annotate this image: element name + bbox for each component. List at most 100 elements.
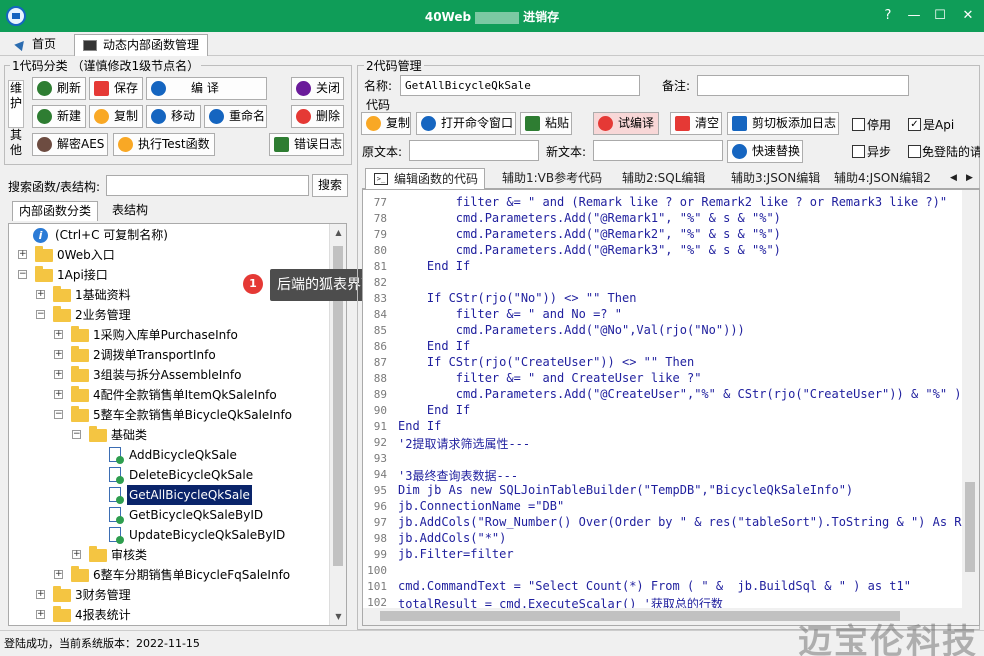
tab-scroll-right-icon[interactable]: ▶ [966, 168, 973, 189]
tab-vb-reference[interactable]: 辅助1:VB参考代码 [502, 168, 602, 189]
tab-edit-function-code[interactable]: >_ 编辑函数的代码 [365, 168, 486, 189]
name-field[interactable]: GetAllBicycleQkSale [400, 75, 640, 96]
tree-node[interactable]: AddBicycleQkSale [107, 445, 327, 465]
folder-icon [53, 586, 71, 602]
move-button[interactable]: 移动 [146, 105, 201, 128]
tab-function-manager[interactable]: 动态内部函数管理 [74, 34, 209, 56]
delete-button[interactable]: 删除 [291, 105, 344, 128]
is-api-checkbox[interactable]: ✓ [908, 118, 921, 131]
disable-checkbox[interactable] [852, 118, 865, 131]
copy-code-button[interactable]: 复制 [361, 112, 411, 135]
tree-node[interactable]: + 审核类 [69, 545, 329, 565]
code-line: End If [398, 419, 442, 433]
scroll-up-icon[interactable]: ▲ [330, 224, 346, 241]
clipboard-add-log-button[interactable]: 剪切板添加日志 [727, 112, 839, 135]
tree-node[interactable]: GetBicycleQkSaleByID [107, 505, 327, 525]
refresh-button[interactable]: 刷新 [32, 77, 86, 100]
tree-node-selected[interactable]: GetAllBicycleQkSale [107, 485, 327, 505]
decrypt-aes-button[interactable]: 解密AES [32, 133, 108, 156]
tab-home-label: 首页 [32, 37, 57, 51]
line-number: 89 [373, 388, 387, 401]
copy-icon [94, 109, 109, 124]
tab-internal-categories[interactable]: 内部函数分类 [12, 201, 99, 221]
save-button[interactable]: 保存 [89, 77, 143, 100]
tree-node[interactable]: +6整车分期销售单BicycleFqSaleInfo [51, 565, 331, 585]
tree-node-label: 1基础资料 [75, 288, 131, 302]
side-tab-maintain[interactable]: 维护 [8, 80, 24, 128]
close-label: 关闭 [316, 81, 341, 95]
code-line: jb.AddCols("*") [398, 531, 507, 545]
tree-node[interactable]: +3组装与拆分AssembleInfo [51, 365, 331, 385]
minimize-button[interactable]: — [904, 6, 924, 26]
title-module: 进销存 [523, 10, 560, 24]
search-button[interactable]: 搜索 [312, 174, 348, 197]
tab-json-editor-2[interactable]: 辅助4:JSON编辑2 [834, 168, 931, 189]
tree-node[interactable]: +4配件全款销售单ItemQkSaleInfo [51, 385, 331, 405]
clear-button[interactable]: 清空 [670, 112, 722, 135]
rename-button[interactable]: 重命名 [204, 105, 267, 128]
tree-node[interactable]: UpdateBicycleQkSaleByID [107, 525, 327, 545]
tree-node-label: DeleteBicycleQkSale [129, 468, 254, 482]
expand-icon: + [36, 289, 45, 299]
async-checkbox[interactable] [852, 145, 865, 158]
error-log-button[interactable]: 错误日志 [269, 133, 344, 156]
search-input[interactable] [106, 175, 309, 196]
close-button[interactable]: 关闭 [291, 77, 344, 100]
paste-button[interactable]: 粘贴 [520, 112, 572, 135]
tree-node-label: AddBicycleQkSale [129, 448, 237, 462]
tab-table-structure[interactable]: 表结构 [106, 201, 154, 221]
tab-json-editor[interactable]: 辅助3:JSON编辑 [731, 168, 820, 189]
tab-sql-editor[interactable]: 辅助2:SQL编辑 [622, 168, 705, 189]
tree-node-label: 6整车分期销售单BicycleFqSaleInfo [93, 568, 291, 582]
code-line: filter &= " and (Remark like ? or Remark… [398, 195, 948, 209]
remark-label: 备注: [662, 79, 691, 93]
editor-scroll-thumb[interactable] [965, 482, 975, 572]
line-number: 99 [373, 548, 387, 561]
test-compile-button[interactable]: 试编译 [593, 112, 659, 135]
save-label: 保存 [114, 81, 139, 95]
tree-node-hint[interactable]: i (Ctrl+C 可复制名称) [15, 225, 335, 245]
line-number: 93 [373, 452, 387, 465]
side-tab-other[interactable]: 其他 [8, 128, 24, 158]
line-number: 81 [373, 260, 387, 273]
delete-icon [296, 109, 311, 124]
scroll-down-icon[interactable]: ▼ [330, 608, 346, 625]
tree-node[interactable]: +1采购入库单PurchaseInfo [51, 325, 331, 345]
execute-test-button[interactable]: 执行Test函数 [113, 133, 215, 156]
no-login-checkbox[interactable] [908, 145, 921, 158]
tree-node[interactable]: DeleteBicycleQkSale [107, 465, 327, 485]
tree-node[interactable]: − 2业务管理 [33, 305, 333, 325]
new-button[interactable]: 新建 [32, 105, 86, 128]
original-text-field[interactable] [409, 140, 539, 161]
line-number: 90 [373, 404, 387, 417]
tree-node[interactable]: − 基础类 [69, 425, 329, 445]
test-compile-label: 试编译 [618, 116, 655, 130]
tab-home[interactable]: 首页 [8, 34, 64, 56]
editor-vertical-scrollbar[interactable] [962, 190, 979, 610]
tree-node[interactable]: +0Web入口 [15, 245, 335, 265]
tree-node[interactable]: − 5整车全款销售单BicycleQkSaleInfo [51, 405, 331, 425]
clipboard-add-log-label: 剪切板添加日志 [752, 116, 837, 130]
copy-node-button[interactable]: 复制 [89, 105, 143, 128]
open-command-window-button[interactable]: 打开命令窗口 [416, 112, 516, 135]
folder-icon [35, 246, 53, 262]
help-button[interactable]: ? [878, 6, 898, 26]
terminal-icon [421, 116, 436, 131]
tab-scroll-left-icon[interactable]: ◀ [950, 168, 957, 189]
tree-node[interactable]: +2调拨单TransportInfo [51, 345, 331, 365]
expand-icon: + [72, 549, 81, 559]
code-editor[interactable]: 77 filter &= " and (Remark like ? or Rem… [362, 189, 980, 626]
tree-node[interactable]: +4报表统计 [33, 605, 333, 625]
tree-node[interactable]: +3财务管理 [33, 585, 333, 605]
quick-replace-button[interactable]: 快速替换 [727, 140, 803, 163]
search-label: 搜索函数/表结构: [8, 180, 101, 194]
maximize-button[interactable]: ☐ [930, 6, 950, 26]
close-window-button[interactable]: ✕ [958, 6, 978, 26]
terminal-icon: >_ [374, 173, 388, 185]
expand-icon: + [54, 329, 63, 339]
tree-node-label: 4报表统计 [75, 608, 131, 622]
code-line: Dim jb As new SQLJoinTableBuilder("TempD… [398, 483, 854, 497]
remark-field[interactable] [697, 75, 909, 96]
new-text-field[interactable] [593, 140, 723, 161]
compile-button[interactable]: 编 译 [146, 77, 267, 100]
